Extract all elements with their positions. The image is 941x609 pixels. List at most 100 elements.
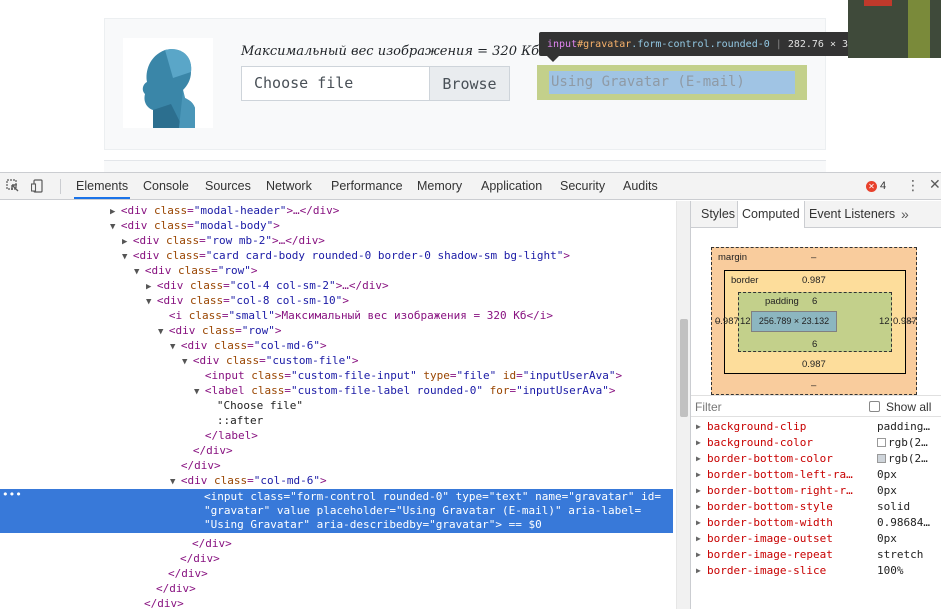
tree-line[interactable]: </div>: [192, 536, 232, 551]
more-options-icon[interactable]: ⋮: [906, 178, 920, 194]
collapse-arrow-icon[interactable]: ▼: [122, 252, 133, 262]
computed-property-row[interactable]: ▶ border-bottom-left-ra… 0px: [691, 467, 941, 483]
expand-arrow-icon[interactable]: ▶: [696, 419, 701, 435]
color-swatch-icon[interactable]: [877, 454, 886, 463]
tab-audits[interactable]: Audits: [621, 173, 660, 199]
attr-name: class: [251, 369, 285, 382]
expand-arrow-icon[interactable]: ▶: [696, 515, 701, 531]
tree-line[interactable]: ▼ <div class="row">: [134, 263, 257, 278]
selected-node[interactable]: <input class="form-control rounded-0" ty…: [0, 489, 673, 533]
expand-arrow-icon[interactable]: ▶: [696, 531, 701, 547]
browse-button[interactable]: Browse: [429, 67, 509, 100]
computed-property-row[interactable]: ▶ background-color rgb(2…: [691, 435, 941, 451]
computed-filter[interactable]: Filter Show all: [691, 395, 941, 417]
expand-arrow-icon[interactable]: ▶: [122, 237, 133, 247]
tree-line[interactable]: </div>: [168, 566, 208, 581]
tree-line[interactable]: ▼ <div class="col-md-6">: [170, 338, 327, 353]
error-counter[interactable]: ✕ 4: [866, 180, 886, 192]
border-label: border: [731, 275, 759, 286]
collapse-arrow-icon[interactable]: ▼: [110, 222, 121, 232]
tag-close: >: [351, 354, 359, 367]
collapse-arrow-icon[interactable]: ▼: [146, 297, 157, 307]
computed-property-row[interactable]: ▶ border-image-repeat stretch: [691, 547, 941, 563]
tooltip-arrow: [547, 56, 559, 62]
tree-line[interactable]: </div>: [144, 596, 184, 609]
tree-line[interactable]: </div>: [182, 443, 233, 458]
error-icon: ✕: [866, 180, 877, 192]
tree-line[interactable]: ▼ <div class="col-8 col-sm-10">: [146, 293, 349, 308]
tree-line[interactable]: ▼ <div class="custom-file">: [182, 353, 358, 368]
computed-property-row[interactable]: ▶ border-bottom-style solid: [691, 499, 941, 515]
tree-line[interactable]: </div>: [170, 458, 221, 473]
tab-memory[interactable]: Memory: [415, 173, 464, 199]
tree-line[interactable]: </div>: [156, 581, 196, 596]
file-input[interactable]: Choose file Browse: [241, 66, 510, 101]
sidebar-tab-computed[interactable]: Computed: [737, 201, 805, 228]
more-tabs-icon[interactable]: »: [901, 201, 909, 227]
computed-property-row[interactable]: ▶ background-clip padding…: [691, 419, 941, 435]
tab-console[interactable]: Console: [141, 173, 191, 199]
collapse-arrow-icon[interactable]: ▼: [170, 477, 181, 487]
sidebar-tab-event-listeners[interactable]: Event Listeners: [805, 201, 899, 227]
filter-input[interactable]: Filter: [695, 400, 722, 414]
tree-line[interactable]: ▶ <div class="modal-header">…</div>: [110, 203, 339, 218]
tree-line[interactable]: <input class="custom-file-input" type="f…: [194, 368, 622, 383]
expand-arrow-icon[interactable]: ▶: [110, 207, 121, 217]
error-count: 4: [880, 180, 887, 192]
tree-line[interactable]: ▼ <div class="col-md-6">: [170, 473, 327, 488]
computed-property-row[interactable]: ▶ border-bottom-width 0.98684…: [691, 515, 941, 531]
tree-line[interactable]: ▼ <div class="row">: [158, 323, 281, 338]
tab-network[interactable]: Network: [264, 173, 314, 199]
property-value: stretch: [877, 547, 923, 563]
expand-arrow-icon[interactable]: ▶: [696, 435, 701, 451]
computed-property-row[interactable]: ▶ border-image-outset 0px: [691, 531, 941, 547]
computed-property-row[interactable]: ▶ border-image-slice 100%: [691, 563, 941, 579]
expand-arrow-icon[interactable]: ▶: [146, 282, 157, 292]
node-actions-icon[interactable]: •••: [2, 488, 22, 501]
expand-arrow-icon[interactable]: ▶: [696, 563, 701, 579]
sidebar-tab-styles[interactable]: Styles: [697, 201, 739, 227]
tree-line[interactable]: </div>: [180, 551, 220, 566]
expand-arrow-icon[interactable]: ▶: [696, 483, 701, 499]
tab-application[interactable]: Application: [479, 173, 544, 199]
gravatar-input[interactable]: Using Gravatar (E-mail): [549, 71, 795, 94]
collapse-arrow-icon[interactable]: ▼: [182, 357, 193, 367]
collapse-arrow-icon[interactable]: ▼: [158, 327, 169, 337]
tree-line[interactable]: ::after: [206, 413, 263, 428]
tag-close: >: [273, 219, 280, 232]
collapse-arrow-icon[interactable]: ▼: [194, 387, 205, 397]
tree-scrollbar[interactable]: [676, 201, 690, 609]
tree-line[interactable]: ▶ <div class="row mb-2">…</div>: [122, 233, 325, 248]
tag-name: <div: [120, 219, 154, 232]
device-toolbar-icon[interactable]: [30, 179, 45, 193]
expand-arrow-icon[interactable]: ▶: [696, 499, 701, 515]
inspect-element-icon[interactable]: [6, 179, 20, 193]
scroll-thumb[interactable]: [680, 319, 688, 417]
tree-line[interactable]: <i class="small">Максимальный вес изобра…: [158, 308, 553, 323]
expand-arrow-icon[interactable]: ▶: [696, 451, 701, 467]
tab-sources[interactable]: Sources: [203, 173, 253, 199]
tree-line[interactable]: ▼ <div class="modal-body">: [110, 218, 280, 233]
color-swatch-icon[interactable]: [877, 438, 886, 447]
tree-line[interactable]: ▼ <div class="card card-body rounded-0 b…: [122, 248, 570, 263]
expand-arrow-icon[interactable]: ▶: [696, 547, 701, 563]
tree-line[interactable]: </label>: [194, 428, 258, 443]
computed-property-row[interactable]: ▶ border-bottom-right-r… 0px: [691, 483, 941, 499]
expand-arrow-icon[interactable]: ▶: [696, 467, 701, 483]
tab-elements[interactable]: Elements: [74, 173, 131, 199]
close-icon[interactable]: ✕: [929, 177, 941, 193]
tab-security[interactable]: Security: [558, 173, 607, 199]
property-value: 0px: [877, 483, 897, 499]
attr-name: class: [177, 264, 212, 277]
tree-line[interactable]: ▼ <label class="custom-file-label rounde…: [194, 383, 615, 398]
tree-line[interactable]: "Choose file": [206, 398, 303, 413]
show-all-checkbox[interactable]: [869, 401, 880, 412]
tree-line[interactable]: ▶ <div class="col-4 col-sm-2">…</div>: [146, 278, 389, 293]
collapse-arrow-icon[interactable]: ▼: [170, 342, 181, 352]
tag-close: >…</div>: [271, 234, 325, 247]
computed-property-row[interactable]: ▶ border-bottom-color rgb(2…: [691, 451, 941, 467]
attr-value: "col-md-6": [253, 339, 320, 352]
tab-performance[interactable]: Performance: [329, 173, 405, 199]
collapse-arrow-icon[interactable]: ▼: [134, 267, 145, 277]
